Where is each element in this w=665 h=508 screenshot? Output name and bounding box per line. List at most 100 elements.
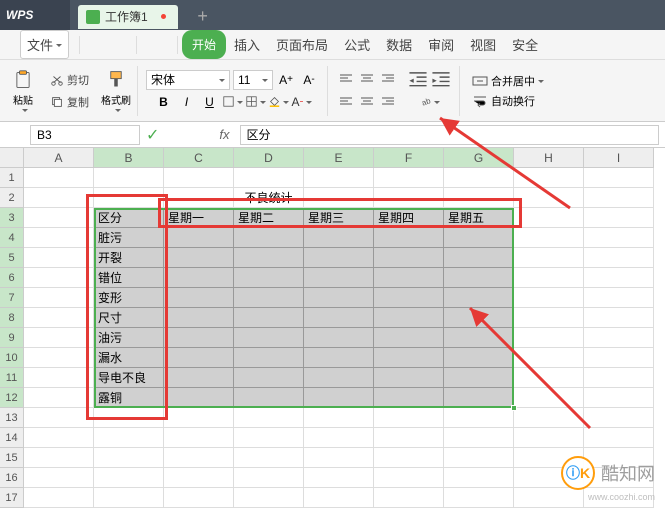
cell-H13[interactable] (514, 408, 584, 428)
cell-C7[interactable] (164, 288, 234, 308)
cell-G17[interactable] (444, 488, 514, 508)
cut-button[interactable]: 剪切 (46, 70, 93, 90)
row-header-13[interactable]: 13 (0, 408, 24, 428)
cell-A6[interactable] (24, 268, 94, 288)
cell-C6[interactable] (164, 268, 234, 288)
fill-color-button[interactable] (269, 92, 289, 112)
row-header-15[interactable]: 15 (0, 448, 24, 468)
row-header-11[interactable]: 11 (0, 368, 24, 388)
row-header-7[interactable]: 7 (0, 288, 24, 308)
align-top-right[interactable] (378, 70, 398, 90)
cell-B1[interactable] (94, 168, 164, 188)
cell-I14[interactable] (584, 428, 654, 448)
font-size-select[interactable]: 11 (233, 70, 273, 90)
cell-A15[interactable] (24, 448, 94, 468)
cell-A10[interactable] (24, 348, 94, 368)
cell-H14[interactable] (514, 428, 584, 448)
cell-D16[interactable] (234, 468, 304, 488)
cell-C16[interactable] (164, 468, 234, 488)
col-header-F[interactable]: F (374, 148, 444, 168)
increase-indent-button[interactable] (431, 70, 451, 90)
col-header-B[interactable]: B (94, 148, 164, 168)
cell-I6[interactable] (584, 268, 654, 288)
new-tab-button[interactable]: + (190, 5, 216, 29)
cell-A12[interactable] (24, 388, 94, 408)
col-header-C[interactable]: C (164, 148, 234, 168)
font-name-select[interactable]: 宋体 (146, 70, 230, 90)
cell-G16[interactable] (444, 468, 514, 488)
cell-C13[interactable] (164, 408, 234, 428)
cell-I2[interactable] (584, 188, 654, 208)
cell-D7[interactable] (234, 288, 304, 308)
cell-D13[interactable] (234, 408, 304, 428)
cell-F11[interactable] (374, 368, 444, 388)
cell-E5[interactable] (304, 248, 374, 268)
fx-icon[interactable]: fx (219, 127, 229, 142)
cell-C12[interactable] (164, 388, 234, 408)
print-button[interactable] (100, 30, 116, 59)
col-header-D[interactable]: D (234, 148, 304, 168)
copy-button[interactable]: 复制 (46, 92, 93, 112)
cell-A2[interactable] (24, 188, 94, 208)
cell-H4[interactable] (514, 228, 584, 248)
tab-view[interactable]: 视图 (462, 30, 504, 59)
font-color-button[interactable]: A (292, 92, 312, 112)
cell-G11[interactable] (444, 368, 514, 388)
cell-E10[interactable] (304, 348, 374, 368)
align-top-center[interactable] (357, 70, 377, 90)
cell-F10[interactable] (374, 348, 444, 368)
row-header-4[interactable]: 4 (0, 228, 24, 248)
select-all-corner[interactable] (0, 148, 24, 168)
row-header-16[interactable]: 16 (0, 468, 24, 488)
cell-D17[interactable] (234, 488, 304, 508)
orientation-button[interactable]: ab (420, 92, 440, 112)
cell-E16[interactable] (304, 468, 374, 488)
italic-button[interactable]: I (177, 92, 197, 112)
cell-F16[interactable] (374, 468, 444, 488)
file-menu[interactable]: 文件 (20, 30, 69, 59)
tab-start[interactable]: 开始 (182, 30, 226, 59)
cell-H17[interactable] (514, 488, 584, 508)
col-header-H[interactable]: H (514, 148, 584, 168)
cell-F5[interactable] (374, 248, 444, 268)
cell-C8[interactable] (164, 308, 234, 328)
col-header-G[interactable]: G (444, 148, 514, 168)
cell-A16[interactable] (24, 468, 94, 488)
row-header-14[interactable]: 14 (0, 428, 24, 448)
align-center[interactable] (357, 91, 377, 111)
row-header-10[interactable]: 10 (0, 348, 24, 368)
redo-button[interactable] (157, 30, 173, 59)
cell-I1[interactable] (584, 168, 654, 188)
cell-G4[interactable] (444, 228, 514, 248)
cell-E1[interactable] (304, 168, 374, 188)
cell-I11[interactable] (584, 368, 654, 388)
cell-I8[interactable] (584, 308, 654, 328)
cell-F1[interactable] (374, 168, 444, 188)
cell-B16[interactable] (94, 468, 164, 488)
checkmark-icon[interactable]: ✓ (146, 125, 159, 145)
cell-F9[interactable] (374, 328, 444, 348)
cell-I4[interactable] (584, 228, 654, 248)
cell-H1[interactable] (514, 168, 584, 188)
merge-center-button[interactable]: 合并居中 (468, 72, 548, 90)
cell-E9[interactable] (304, 328, 374, 348)
paste-button[interactable]: 粘贴 (6, 69, 40, 113)
cell-C4[interactable] (164, 228, 234, 248)
row-header-2[interactable]: 2 (0, 188, 24, 208)
cell-H11[interactable] (514, 368, 584, 388)
cell-A1[interactable] (24, 168, 94, 188)
align-left[interactable] (336, 91, 356, 111)
row-header-6[interactable]: 6 (0, 268, 24, 288)
cell-F12[interactable] (374, 388, 444, 408)
name-box[interactable]: B3 (30, 125, 140, 145)
cell-H8[interactable] (514, 308, 584, 328)
cell-G14[interactable] (444, 428, 514, 448)
cell-A5[interactable] (24, 248, 94, 268)
cell-A17[interactable] (24, 488, 94, 508)
wrap-text-button[interactable]: 自动换行 (468, 92, 548, 110)
cell-D8[interactable] (234, 308, 304, 328)
cell-F15[interactable] (374, 448, 444, 468)
cell-G9[interactable] (444, 328, 514, 348)
cell-E15[interactable] (304, 448, 374, 468)
cell-A13[interactable] (24, 408, 94, 428)
